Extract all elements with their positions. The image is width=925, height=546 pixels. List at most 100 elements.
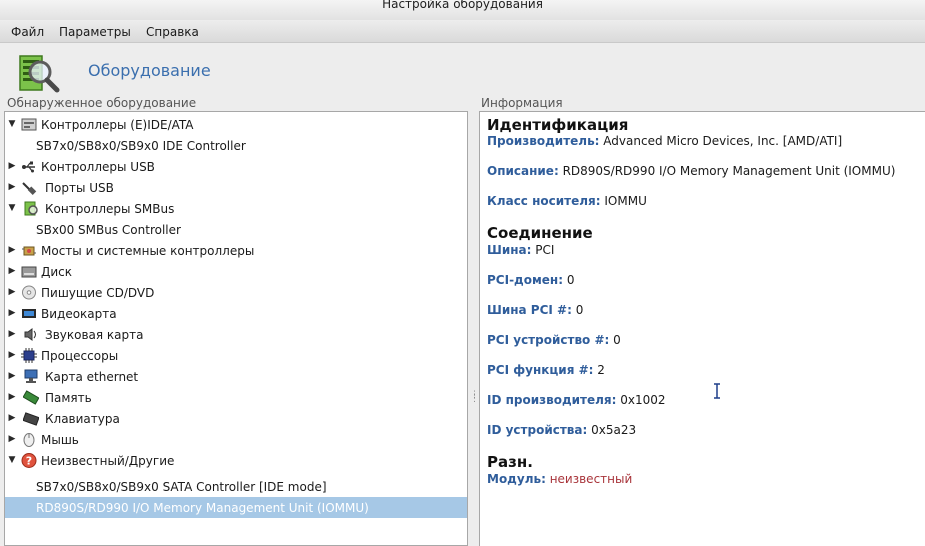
tree-item-label: Порты USB xyxy=(45,181,114,195)
tree-item-label: Звуковая карта xyxy=(45,328,144,342)
collapse-arrow-icon[interactable]: ▶ xyxy=(7,160,17,172)
tree-item-label: SB7x0/SB8x0/SB9x0 IDE Controller xyxy=(36,139,246,153)
collapse-arrow-icon[interactable]: ▶ xyxy=(7,181,17,193)
tree-item-mouse[interactable]: ▶ Мышь xyxy=(5,429,467,450)
tree-item-smbus-controllers[interactable]: ▼ Контроллеры SMBus xyxy=(5,198,467,219)
detected-hardware-label: Обнаруженное оборудование xyxy=(6,96,198,110)
text-cursor-icon xyxy=(714,383,720,399)
tree-item-label: Мышь xyxy=(41,433,79,447)
tree-item-label: Пишущие CD/DVD xyxy=(41,286,155,300)
tree-item-label: Карта ethernet xyxy=(45,370,139,384)
section-connection: Соединение xyxy=(487,224,593,242)
field-device-id: ID устройства: 0x5a23 xyxy=(487,423,636,437)
tree-item-label: Диск xyxy=(41,265,73,279)
collapse-arrow-icon[interactable]: ▶ xyxy=(7,307,17,319)
field-value: PCI xyxy=(535,243,555,257)
field-value: 0x1002 xyxy=(620,393,666,407)
field-media-class: Класс носителя: IOMMU xyxy=(487,194,647,208)
field-key: ID устройства: xyxy=(487,423,588,437)
tree-item-label: Память xyxy=(45,391,92,405)
tree-item-disk[interactable]: ▶ Диск xyxy=(5,261,467,282)
page-title: Оборудование xyxy=(88,61,211,80)
tree-item-processors[interactable]: ▶ Процессоры xyxy=(5,345,467,366)
tree-item-label: Контроллеры SMBus xyxy=(45,202,175,216)
expand-arrow-icon[interactable]: ▼ xyxy=(7,454,17,466)
hardware-magnifier-icon xyxy=(19,55,60,93)
section-misc: Разн. xyxy=(487,453,533,471)
tree-item-label: Контроллеры USB xyxy=(41,160,155,174)
keyboard-icon xyxy=(23,412,39,426)
field-pci-bus: Шина PCI #: 0 xyxy=(487,303,583,317)
tree-item-memory[interactable]: ▶ Память xyxy=(5,387,467,408)
collapse-arrow-icon[interactable]: ▶ xyxy=(7,391,17,403)
menu-help[interactable]: Справка xyxy=(146,25,199,39)
field-key: Производитель: xyxy=(487,134,600,148)
tree-item-label: Контроллеры (E)IDE/ATA xyxy=(41,118,194,132)
expand-arrow-icon[interactable]: ▼ xyxy=(7,118,17,130)
hardware-tree[interactable]: ▼ Контроллеры (E)IDE/ATA SB7x0/SB8x0/SB9… xyxy=(4,111,468,546)
field-key: ID производителя: xyxy=(487,393,617,407)
disk-icon xyxy=(21,266,37,278)
cpu-icon xyxy=(21,348,37,363)
tree-item-keyboard[interactable]: ▶ Клавиатура xyxy=(5,408,467,429)
field-key: Шина PCI #: xyxy=(487,303,572,317)
panel-splitter[interactable]: ⋮ ⋮ xyxy=(470,391,479,405)
collapse-arrow-icon[interactable]: ▶ xyxy=(7,349,17,361)
tree-item-iommu[interactable]: RD890S/RD990 I/O Memory Management Unit … xyxy=(5,497,467,518)
tree-item-label: SB7x0/SB8x0/SB9x0 SATA Controller [IDE m… xyxy=(36,480,327,494)
tree-item-sound-card[interactable]: ▶ Звуковая карта xyxy=(5,324,467,345)
field-vendor: Производитель: Advanced Micro Devices, I… xyxy=(487,134,842,148)
expand-arrow-icon[interactable]: ▼ xyxy=(7,202,17,214)
field-bus: Шина: PCI xyxy=(487,243,554,257)
collapse-arrow-icon[interactable]: ▶ xyxy=(7,370,17,382)
field-key: Описание: xyxy=(487,164,559,178)
field-key: Шина: xyxy=(487,243,532,257)
tree-item-label: Мосты и системные контроллеры xyxy=(41,244,255,258)
tree-item-usb-ports[interactable]: ▶ Порты USB xyxy=(5,177,467,198)
tree-item-ide-controller[interactable]: SB7x0/SB8x0/SB9x0 IDE Controller xyxy=(5,135,467,156)
svg-text:?: ? xyxy=(26,455,32,468)
tree-item-bridges[interactable]: ▶ Мосты и системные контроллеры xyxy=(5,240,467,261)
tree-item-video-card[interactable]: ▶ Видеокарта xyxy=(5,303,467,324)
tree-item-ethernet[interactable]: ▶ Карта ethernet xyxy=(5,366,467,387)
collapse-arrow-icon[interactable]: ▶ xyxy=(7,244,17,256)
field-value: Advanced Micro Devices, Inc. [AMD/ATI] xyxy=(603,134,843,148)
tree-item-label: Неизвестный/Другие xyxy=(41,454,175,468)
field-value: 2 xyxy=(597,363,605,377)
tree-item-usb-controllers[interactable]: ▶ Контроллеры USB xyxy=(5,156,467,177)
tree-item-smbus-controller[interactable]: SBx00 SMBus Controller xyxy=(5,219,467,240)
tree-item-sata-controller[interactable]: SB7x0/SB8x0/SB9x0 SATA Controller [IDE m… xyxy=(5,476,467,497)
tree-item-ide-controllers[interactable]: ▼ Контроллеры (E)IDE/ATA xyxy=(5,114,467,135)
field-key: PCI-домен: xyxy=(487,273,564,287)
bridge-icon xyxy=(22,246,36,256)
window-titlebar: Настройка оборудования xyxy=(0,0,925,20)
collapse-arrow-icon[interactable]: ▶ xyxy=(7,286,17,298)
field-value: 0x5a23 xyxy=(591,423,637,437)
menu-file[interactable]: Файл xyxy=(11,25,44,39)
field-value: 0 xyxy=(566,273,575,287)
collapse-arrow-icon[interactable]: ▶ xyxy=(7,265,17,277)
speaker-icon xyxy=(24,328,36,341)
tree-item-label: RD890S/RD990 I/O Memory Management Unit … xyxy=(36,501,369,515)
collapse-arrow-icon[interactable]: ▶ xyxy=(7,433,17,445)
field-pci-domain: PCI-домен: 0 xyxy=(487,273,575,287)
mouse-icon xyxy=(23,433,35,447)
collapse-arrow-icon[interactable]: ▶ xyxy=(7,412,17,424)
field-pci-device: PCI устройство #: 0 xyxy=(487,333,621,347)
field-vendor-id: ID производителя: 0x1002 xyxy=(487,393,666,407)
tree-item-cd-dvd[interactable]: ▶ Пишущие CD/DVD xyxy=(5,282,467,303)
network-icon xyxy=(24,369,38,383)
field-key: PCI функция #: xyxy=(487,363,594,377)
field-key: Модуль: xyxy=(487,472,546,486)
memory-icon xyxy=(23,390,39,405)
tree-item-unknown[interactable]: ▼ ? Неизвестный/Другие xyxy=(5,450,467,471)
page-header: Оборудование xyxy=(0,44,925,98)
collapse-arrow-icon[interactable]: ▶ xyxy=(7,328,17,340)
field-value: 0 xyxy=(613,333,621,347)
tree-item-label: Процессоры xyxy=(41,349,119,363)
menu-settings[interactable]: Параметры xyxy=(59,25,131,39)
field-key: PCI устройство #: xyxy=(487,333,610,347)
section-identification: Идентификация xyxy=(487,116,629,134)
smbus-icon xyxy=(24,201,38,216)
tree-item-label: Видеокарта xyxy=(41,307,117,321)
